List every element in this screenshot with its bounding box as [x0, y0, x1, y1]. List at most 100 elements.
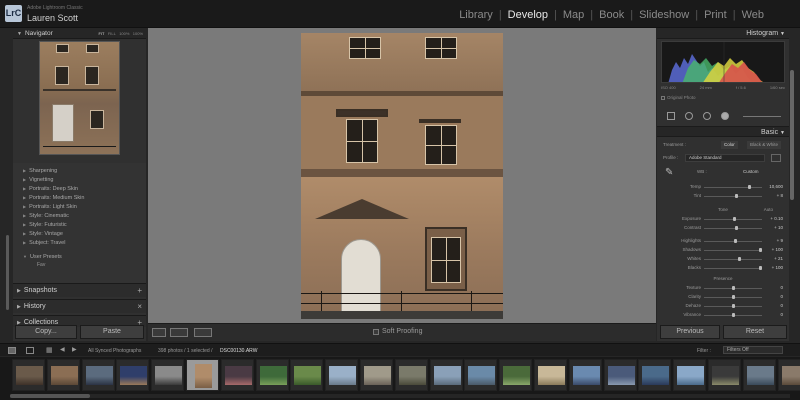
slider-knob[interactable]	[732, 286, 735, 290]
slider-track[interactable]	[704, 259, 762, 260]
filmstrip-thumbnail[interactable]	[568, 359, 602, 391]
soft-proofing-checkbox[interactable]	[373, 329, 379, 335]
clear-history-icon[interactable]: ×	[137, 300, 142, 314]
add-snapshot-icon[interactable]: +	[137, 284, 142, 298]
zoom-100[interactable]: 100%	[119, 31, 129, 36]
grid-view-icon[interactable]: ▦	[46, 346, 53, 354]
slider-track[interactable]	[704, 241, 762, 242]
filmstrip-thumbnail[interactable]	[290, 359, 324, 391]
filmstrip-source[interactable]: All Synced Photographs	[88, 348, 141, 354]
slider-knob[interactable]	[758, 248, 762, 252]
crop-icon[interactable]	[667, 112, 675, 120]
main-window-icon[interactable]	[8, 347, 16, 354]
left-scrollbar[interactable]	[6, 235, 9, 310]
slider-value[interactable]: 0	[780, 294, 783, 299]
filmstrip-thumbnail[interactable]	[603, 359, 637, 391]
zoom-custom[interactable]: 100%	[133, 31, 143, 36]
preset-group[interactable]: ▶ Portraits: Light Skin	[13, 202, 146, 211]
slider-value[interactable]: + 0.10	[770, 216, 783, 221]
filmstrip-thumbnail[interactable]	[81, 359, 115, 391]
slider-blacks[interactable]: Blacks + 100	[661, 265, 785, 272]
slider-knob[interactable]	[737, 257, 741, 261]
slider-vibrance[interactable]: Vibrance 0	[661, 312, 785, 319]
slider-contrast[interactable]: Contrast + 10	[661, 225, 785, 232]
slider-knob[interactable]	[734, 226, 738, 230]
back-arrow-icon[interactable]: ◀	[60, 346, 65, 353]
wb-select[interactable]: Custom	[743, 169, 759, 174]
slider-shadows[interactable]: Shadows + 100	[661, 247, 785, 254]
filmstrip-thumbnail[interactable]	[708, 359, 741, 391]
filmstrip-scrollbar[interactable]	[10, 394, 790, 398]
filmstrip-scroll-thumb[interactable]	[10, 394, 90, 398]
slider-whites[interactable]: Whites + 21	[661, 256, 785, 263]
preset-group[interactable]: ▶ Vignetting	[13, 175, 146, 184]
slider-value[interactable]: + 10	[774, 225, 783, 230]
slider-knob[interactable]	[732, 313, 735, 317]
slider-exposure[interactable]: Exposure + 0.10	[661, 216, 785, 223]
filmstrip-thumbnail[interactable]	[464, 359, 498, 391]
preset-group[interactable]: ▶ Style: Futuristic	[13, 220, 146, 229]
paste-button[interactable]: Paste	[80, 325, 144, 339]
module-map[interactable]: Map	[557, 9, 590, 21]
basic-header[interactable]: Basic ▼	[657, 126, 789, 137]
previous-button[interactable]: Previous	[660, 325, 720, 339]
slider-dehaze[interactable]: Dehaze 0	[661, 303, 785, 310]
preset-group[interactable]: ▶ Subject: Travel	[13, 238, 146, 247]
filmstrip-thumbnail[interactable]	[360, 359, 393, 391]
module-develop[interactable]: Develop	[502, 9, 554, 21]
slider-value[interactable]: + 8	[777, 193, 783, 198]
red-eye-icon[interactable]	[703, 112, 711, 120]
slider-value[interactable]: + 9	[777, 238, 783, 243]
filter-select[interactable]: Filters Off	[723, 346, 783, 354]
slider-value[interactable]: + 100	[772, 247, 783, 252]
slider-track[interactable]	[704, 268, 762, 269]
filmstrip-thumbnail[interactable]	[777, 359, 800, 391]
filmstrip-thumbnail[interactable]	[673, 359, 707, 391]
navigator-preview[interactable]	[39, 41, 120, 155]
slider-track[interactable]	[704, 187, 762, 188]
filmstrip-thumbnail[interactable]	[116, 359, 150, 391]
slider-value[interactable]: 0	[780, 285, 783, 290]
filmstrip-thumbnail[interactable]	[255, 359, 289, 391]
filmstrip-thumbnail[interactable]	[46, 359, 80, 391]
module-slideshow[interactable]: Slideshow	[633, 9, 695, 21]
original-photo-toggle[interactable]: Original Photo	[661, 95, 696, 100]
preset-group[interactable]: ▶ Portraits: Deep Skin	[13, 184, 146, 193]
second-window-icon[interactable]	[26, 347, 34, 354]
module-library[interactable]: Library	[453, 9, 499, 21]
preset-group[interactable]: ▶ Portraits: Medium Skin	[13, 193, 146, 202]
filmstrip-thumbnail[interactable]	[534, 359, 567, 391]
masking-icon[interactable]	[721, 112, 729, 120]
eyedropper-icon[interactable]: ✎	[665, 167, 673, 178]
preset-group[interactable]: ▶ Style: Cinematic	[13, 211, 146, 220]
slider-track[interactable]	[704, 250, 762, 251]
navigator-header[interactable]: ▼ Navigator FIT FILL 100% 100%	[13, 28, 146, 39]
profile-select[interactable]: Adobe Standard	[685, 154, 765, 162]
filmstrip-thumbnail[interactable]	[638, 359, 672, 391]
slider-knob[interactable]	[732, 304, 735, 308]
preset-group[interactable]: ▶ Style: Vintage	[13, 229, 146, 238]
slider-track[interactable]	[704, 228, 762, 229]
slider-clarity[interactable]: Clarity 0	[661, 294, 785, 301]
module-web[interactable]: Web	[736, 9, 770, 21]
history-header[interactable]: ▶ History ×	[13, 299, 146, 313]
slider-knob[interactable]	[733, 217, 737, 221]
zoom-fill[interactable]: FILL	[108, 31, 116, 36]
forward-arrow-icon[interactable]: ▶	[72, 346, 77, 353]
copy-button[interactable]: Copy...	[15, 325, 77, 339]
slider-knob[interactable]	[732, 295, 735, 299]
zoom-fit[interactable]: FIT	[98, 31, 104, 36]
slider-knob[interactable]	[758, 266, 762, 270]
spot-removal-icon[interactable]	[685, 112, 693, 120]
filmstrip-thumbnail[interactable]	[742, 359, 776, 391]
slider-temp[interactable]: Temp 10,600	[661, 184, 785, 191]
image-canvas[interactable]	[148, 28, 656, 323]
filmstrip-thumbnail[interactable]	[499, 359, 533, 391]
slider-value[interactable]: 0	[780, 312, 783, 317]
slider-knob[interactable]	[734, 194, 738, 198]
histogram-header[interactable]: Histogram ▼	[657, 28, 789, 39]
slider-texture[interactable]: Texture 0	[661, 285, 785, 292]
filmstrip-thumbnail[interactable]	[220, 359, 254, 391]
auto-tone-button[interactable]: Auto	[764, 207, 773, 212]
user-preset-item[interactable]: Fav	[13, 261, 146, 269]
